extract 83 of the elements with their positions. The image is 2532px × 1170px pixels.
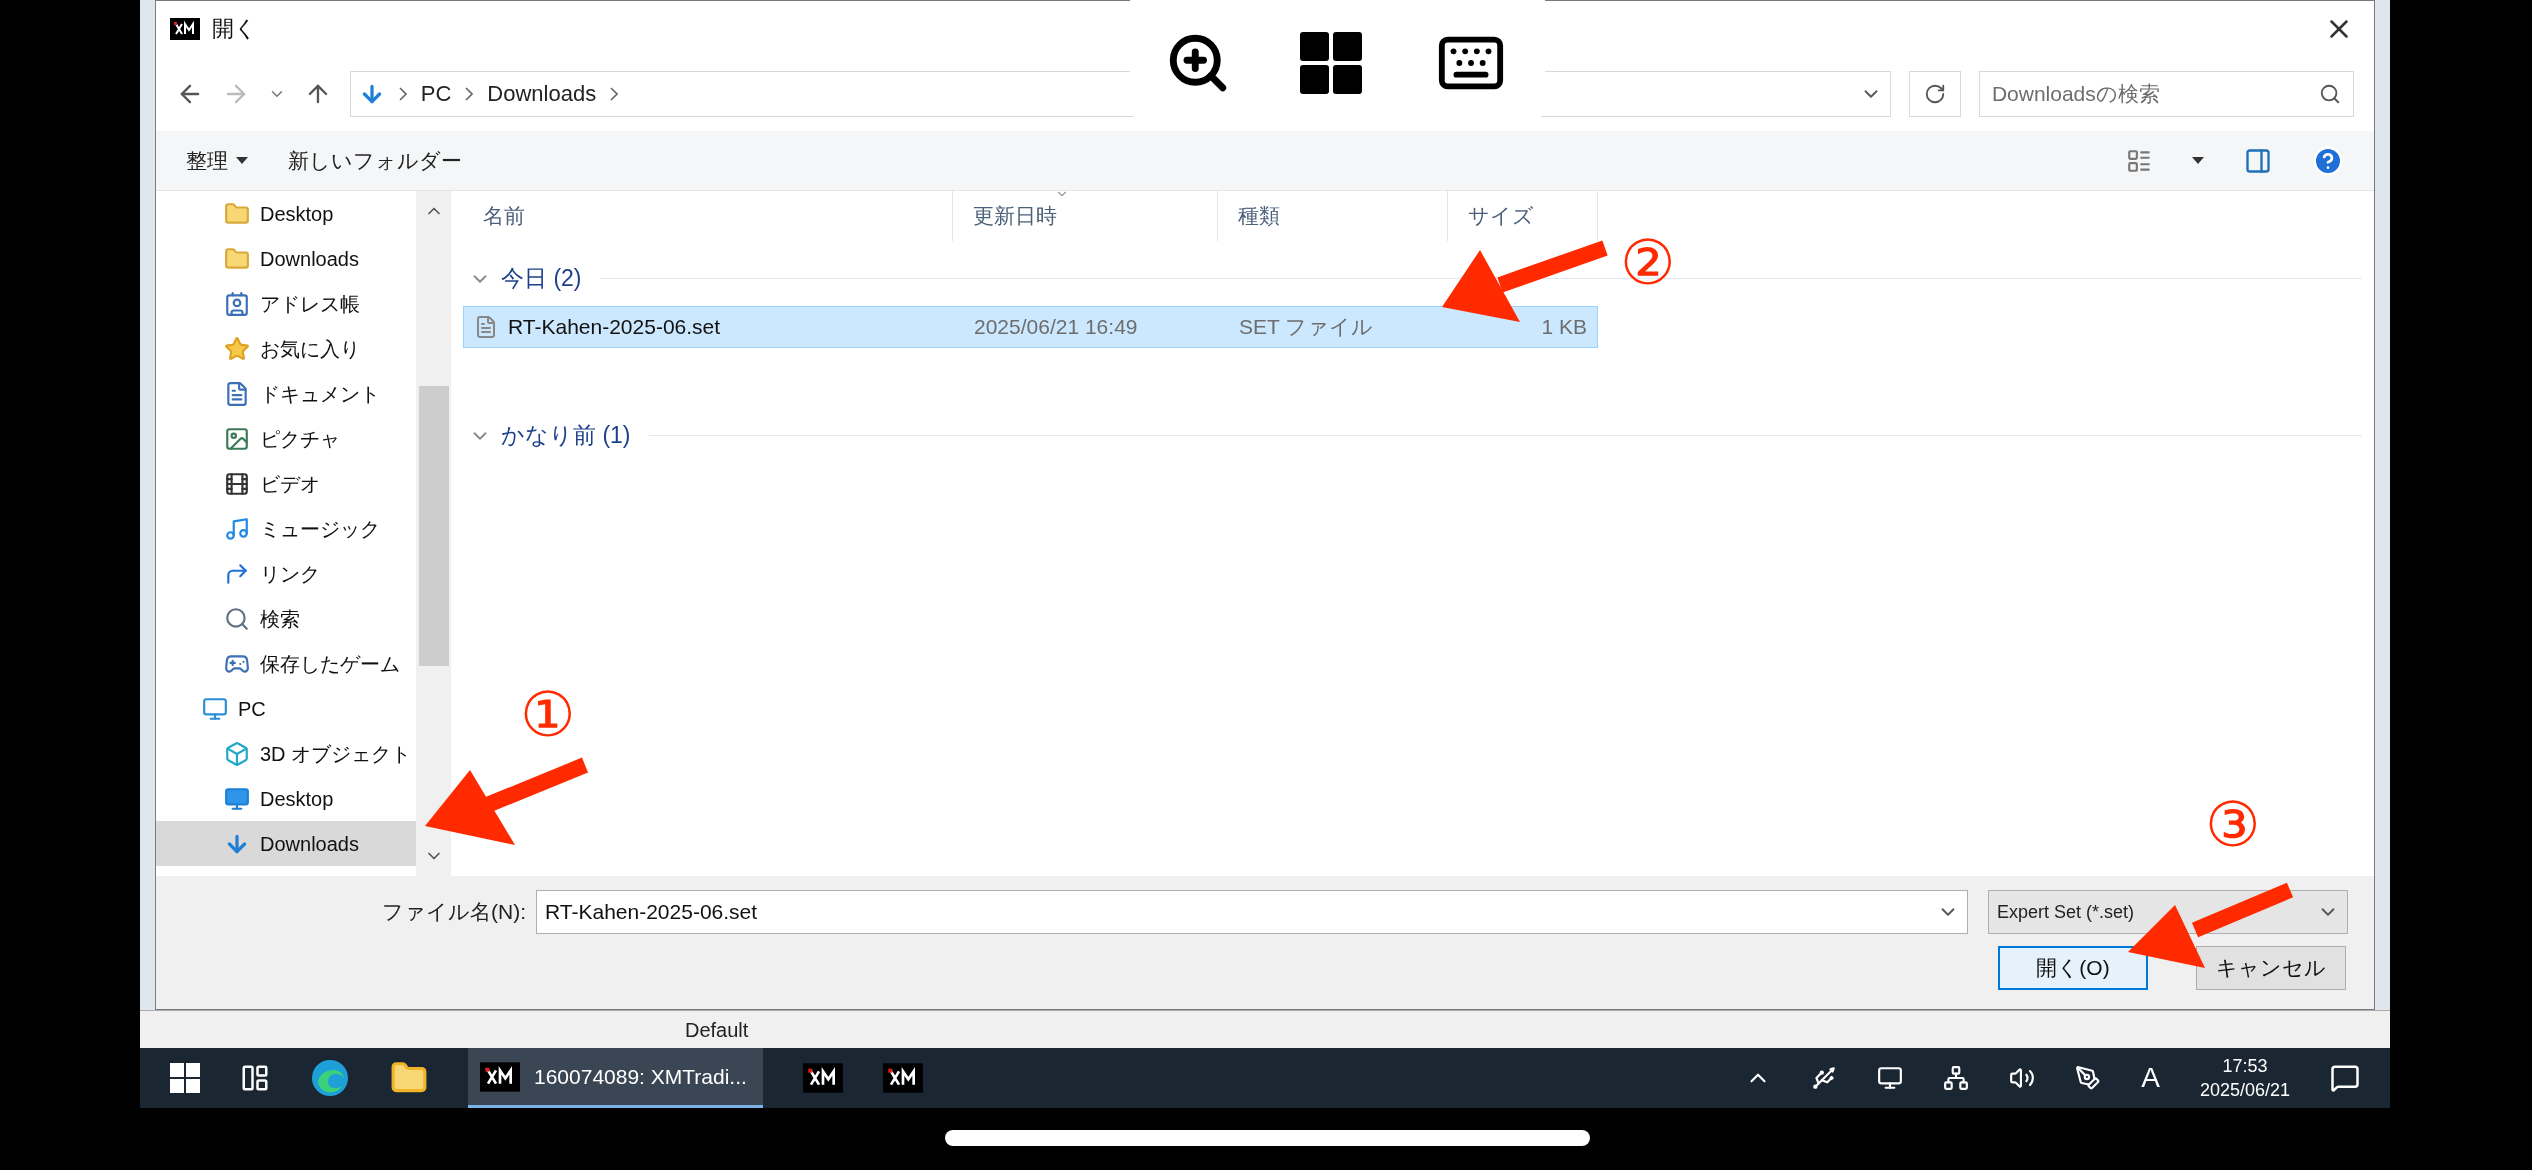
view-options-icon[interactable]: [2126, 147, 2152, 174]
file-size: 1 KB: [1540, 314, 1588, 341]
file-type: SET ファイル: [1238, 314, 1375, 341]
app-logo-icon: [170, 17, 200, 40]
usb-icon[interactable]: [1811, 1065, 1838, 1091]
folder-icon: [224, 245, 250, 272]
notification-icon[interactable]: [2330, 1063, 2360, 1093]
windows-logo-icon[interactable]: [170, 1063, 200, 1093]
scrollbar-thumb[interactable]: [418, 386, 449, 666]
step-number: ①: [520, 680, 576, 750]
help-icon[interactable]: [2312, 144, 2344, 177]
sidebar-item[interactable]: お気に入り: [156, 326, 416, 371]
clock[interactable]: 17:53 2025/06/21: [2199, 1054, 2290, 1102]
sidebar-item[interactable]: Desktop: [156, 191, 416, 236]
sidebar-item[interactable]: ドキュメント: [156, 371, 416, 416]
group-heading[interactable]: 今日 (2): [501, 261, 582, 296]
sidebar-item[interactable]: Downloads: [156, 821, 416, 866]
contact-card-icon: [224, 290, 250, 317]
app-logo-icon: [803, 1063, 843, 1093]
search-icon: [224, 605, 250, 632]
sidebar-item[interactable]: アドレス帳: [156, 281, 416, 326]
dropdown-triangle-icon[interactable]: [2192, 157, 2204, 164]
sidebar-item[interactable]: Desktop: [156, 776, 416, 821]
preview-pane-icon[interactable]: [2244, 146, 2272, 175]
sidebar-item[interactable]: リンク: [156, 551, 416, 596]
input-method-indicator[interactable]: A: [2141, 1057, 2160, 1099]
step-number: ②: [1620, 228, 1676, 298]
app-logo-icon: [480, 1061, 520, 1092]
window-title: 開く: [212, 15, 257, 43]
sidebar-item[interactable]: 3D オブジェクト: [156, 731, 416, 776]
sidebar-item[interactable]: Downloads: [156, 236, 416, 281]
filename-label: ファイル名(N):: [381, 899, 526, 926]
breadcrumb-item[interactable]: PC: [420, 77, 452, 110]
document-icon: [224, 380, 250, 407]
cube-icon: [224, 740, 250, 767]
filename-field[interactable]: RT-Kahen-2025-06.set: [536, 890, 1968, 934]
sidebar-item[interactable]: ビデオ: [156, 461, 416, 506]
desktop-icon: [224, 785, 250, 812]
app-logo-icon: [883, 1063, 923, 1093]
new-folder-button[interactable]: 新しいフォルダー: [288, 144, 462, 177]
sidebar-item[interactable]: 検索: [156, 596, 416, 641]
column-header[interactable]: 更新日時: [953, 191, 1218, 241]
scrollbar[interactable]: [416, 191, 451, 876]
taskbar-window-button[interactable]: 160074089: XMTradi...: [468, 1048, 763, 1108]
file-name: RT-Kahen-2025-06.set: [508, 314, 721, 341]
pen-icon[interactable]: [2075, 1065, 2102, 1091]
network-icon[interactable]: [1943, 1065, 1970, 1091]
sidebar-item[interactable]: 保存したゲーム: [156, 641, 416, 686]
volume-icon[interactable]: [2009, 1065, 2036, 1091]
picture-icon: [224, 425, 250, 452]
group-heading[interactable]: かなり前 (1): [501, 418, 631, 453]
breadcrumb-chevron-icon: [465, 86, 474, 101]
display-icon[interactable]: [1877, 1065, 1904, 1091]
breadcrumb-chevron-icon: [610, 86, 619, 101]
browser-icon[interactable]: [310, 1058, 350, 1098]
refresh-button[interactable]: [1909, 70, 1961, 117]
file-row[interactable]: RT-Kahen-2025-06.set 2025/06/21 16:49 SET ファイル 1 KB: [463, 306, 1598, 348]
dialog-button[interactable]: キャンセル: [2196, 946, 2346, 990]
search-field[interactable]: Downloadsの検索: [1978, 70, 2354, 117]
monitor-icon: [202, 695, 228, 722]
folder-icon: [224, 200, 250, 227]
refresh-icon: [1923, 82, 1946, 105]
sidebar-item[interactable]: PC: [156, 686, 416, 731]
film-icon: [224, 470, 250, 497]
breadcrumb-chevron-icon: [398, 86, 407, 101]
breadcrumb-item[interactable]: Downloads: [487, 77, 597, 110]
sidebar-item[interactable]: ピクチャ: [156, 416, 416, 461]
dialog-button[interactable]: 開く(O): [1998, 946, 2148, 990]
windows-logo-icon[interactable]: [1299, 31, 1362, 94]
status-text: Default: [685, 1017, 749, 1043]
task-view-icon[interactable]: [240, 1063, 270, 1093]
file-icon: [474, 314, 498, 340]
modified-date: 2025/06/21 16:49: [973, 314, 1139, 341]
star-icon: [224, 335, 250, 362]
column-header[interactable]: 種類: [1218, 191, 1448, 241]
step-number: ③: [2205, 790, 2261, 860]
column-header[interactable]: 名前: [463, 191, 953, 241]
music-note-icon: [224, 515, 250, 542]
organize-button[interactable]: 整理: [186, 144, 248, 177]
dropdown-triangle-icon: [236, 157, 248, 164]
search-icon: [2319, 82, 2341, 105]
sidebar-item[interactable]: ミュージック: [156, 506, 416, 551]
column-header[interactable]: サイズ: [1448, 191, 1598, 241]
